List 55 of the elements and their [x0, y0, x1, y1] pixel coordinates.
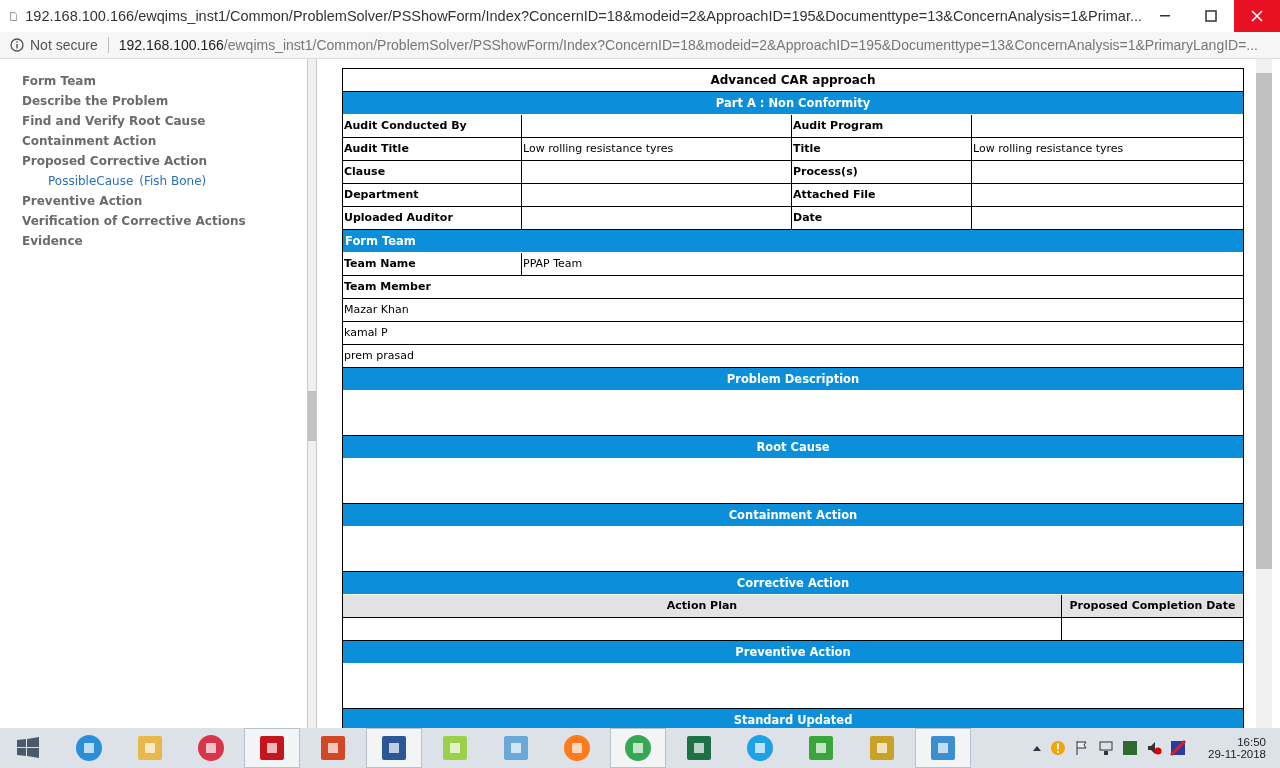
field-label: Clause: [343, 161, 522, 184]
section-header: Corrective Action: [343, 572, 1243, 595]
sidebar-item[interactable]: Form Team: [22, 71, 307, 91]
section-header: Preventive Action: [343, 641, 1243, 664]
taskbar-app[interactable]: [610, 728, 666, 768]
scrollbar[interactable]: [307, 59, 317, 728]
taskbar-app[interactable]: [244, 728, 300, 768]
close-button[interactable]: [1234, 0, 1280, 32]
field-label: Department: [343, 184, 522, 207]
sidebar-item[interactable]: Find and Verify Root Cause: [22, 111, 307, 131]
field-label: Date: [792, 207, 972, 230]
field-label: Process(s): [792, 161, 972, 184]
close-icon: [1251, 10, 1263, 22]
section-header: Containment Action: [343, 504, 1243, 527]
column-header: Action Plan: [343, 595, 1062, 618]
taskbar-app[interactable]: [915, 728, 971, 768]
windows-icon: [16, 736, 40, 760]
clock-date[interactable]: 29-11-2018: [1208, 748, 1266, 760]
network-icon[interactable]: [1098, 740, 1114, 756]
sidebar-item[interactable]: Verification of Corrective Actions: [22, 211, 307, 231]
field-label: Audit Conducted By: [343, 115, 522, 138]
field-label: Uploaded Auditor: [343, 207, 522, 230]
field-value: Low rolling resistance tyres: [522, 138, 792, 161]
column-header: Proposed Completion Date: [1062, 595, 1243, 618]
minimize-icon: [1160, 15, 1170, 17]
section-header: Root Cause: [343, 436, 1243, 459]
scrollbar[interactable]: [1256, 59, 1272, 728]
field-label: Audit Title: [343, 138, 522, 161]
field-label: Team Name: [343, 253, 522, 276]
speaker-muted-icon[interactable]: [1146, 740, 1162, 756]
info-icon[interactable]: [10, 38, 24, 52]
window-title: 192.168.100.166/ewqims_inst1/Common/ProblemSolver/PSShowForm/Index?ConcernID=18&modeid=2&ApproachID=195&Documenttype=13&ConcernAnalysis=1&Primar...: [25, 8, 1142, 24]
sidebar-subitem[interactable]: PossibleCause: [48, 171, 134, 191]
sidebar-item[interactable]: Preventive Action: [22, 191, 307, 211]
sidebar-item[interactable]: Evidence: [22, 231, 307, 251]
section-header: Standard Updated: [343, 709, 1243, 728]
field-label: Attached File: [792, 184, 972, 207]
clock-time[interactable]: 16:50: [1237, 736, 1266, 748]
field-label: Title: [792, 138, 972, 161]
section-header: Part A : Non Conformity: [343, 92, 1243, 115]
sidebar-subitem-note[interactable]: (Fish Bone): [139, 171, 207, 191]
maximize-icon: [1205, 10, 1217, 22]
section-header: Problem Description: [343, 368, 1243, 391]
caret-up-icon[interactable]: [1032, 744, 1042, 752]
sidebar-item[interactable]: Describe the Problem: [22, 91, 307, 111]
taskbar-app[interactable]: [366, 728, 422, 768]
field-label: Audit Program: [792, 115, 972, 138]
sidebar-item[interactable]: Proposed Corrective Action: [22, 151, 307, 171]
section-header: Form Team: [343, 230, 1243, 253]
url-host[interactable]: 192.168.100.166: [118, 37, 224, 53]
sidebar-item[interactable]: Containment Action: [22, 131, 307, 151]
url-path[interactable]: /ewqims_inst1/Common/ProblemSolver/PSShowForm/Index?ConcernID=18&modeid=2&ApproachID=195&Documenttype=13&ConcernAnalysis=1&PrimaryLangID=...: [223, 37, 1258, 53]
warning-icon[interactable]: [1050, 740, 1066, 756]
circle-icon: [624, 734, 652, 762]
security-label: Not secure: [30, 37, 98, 53]
